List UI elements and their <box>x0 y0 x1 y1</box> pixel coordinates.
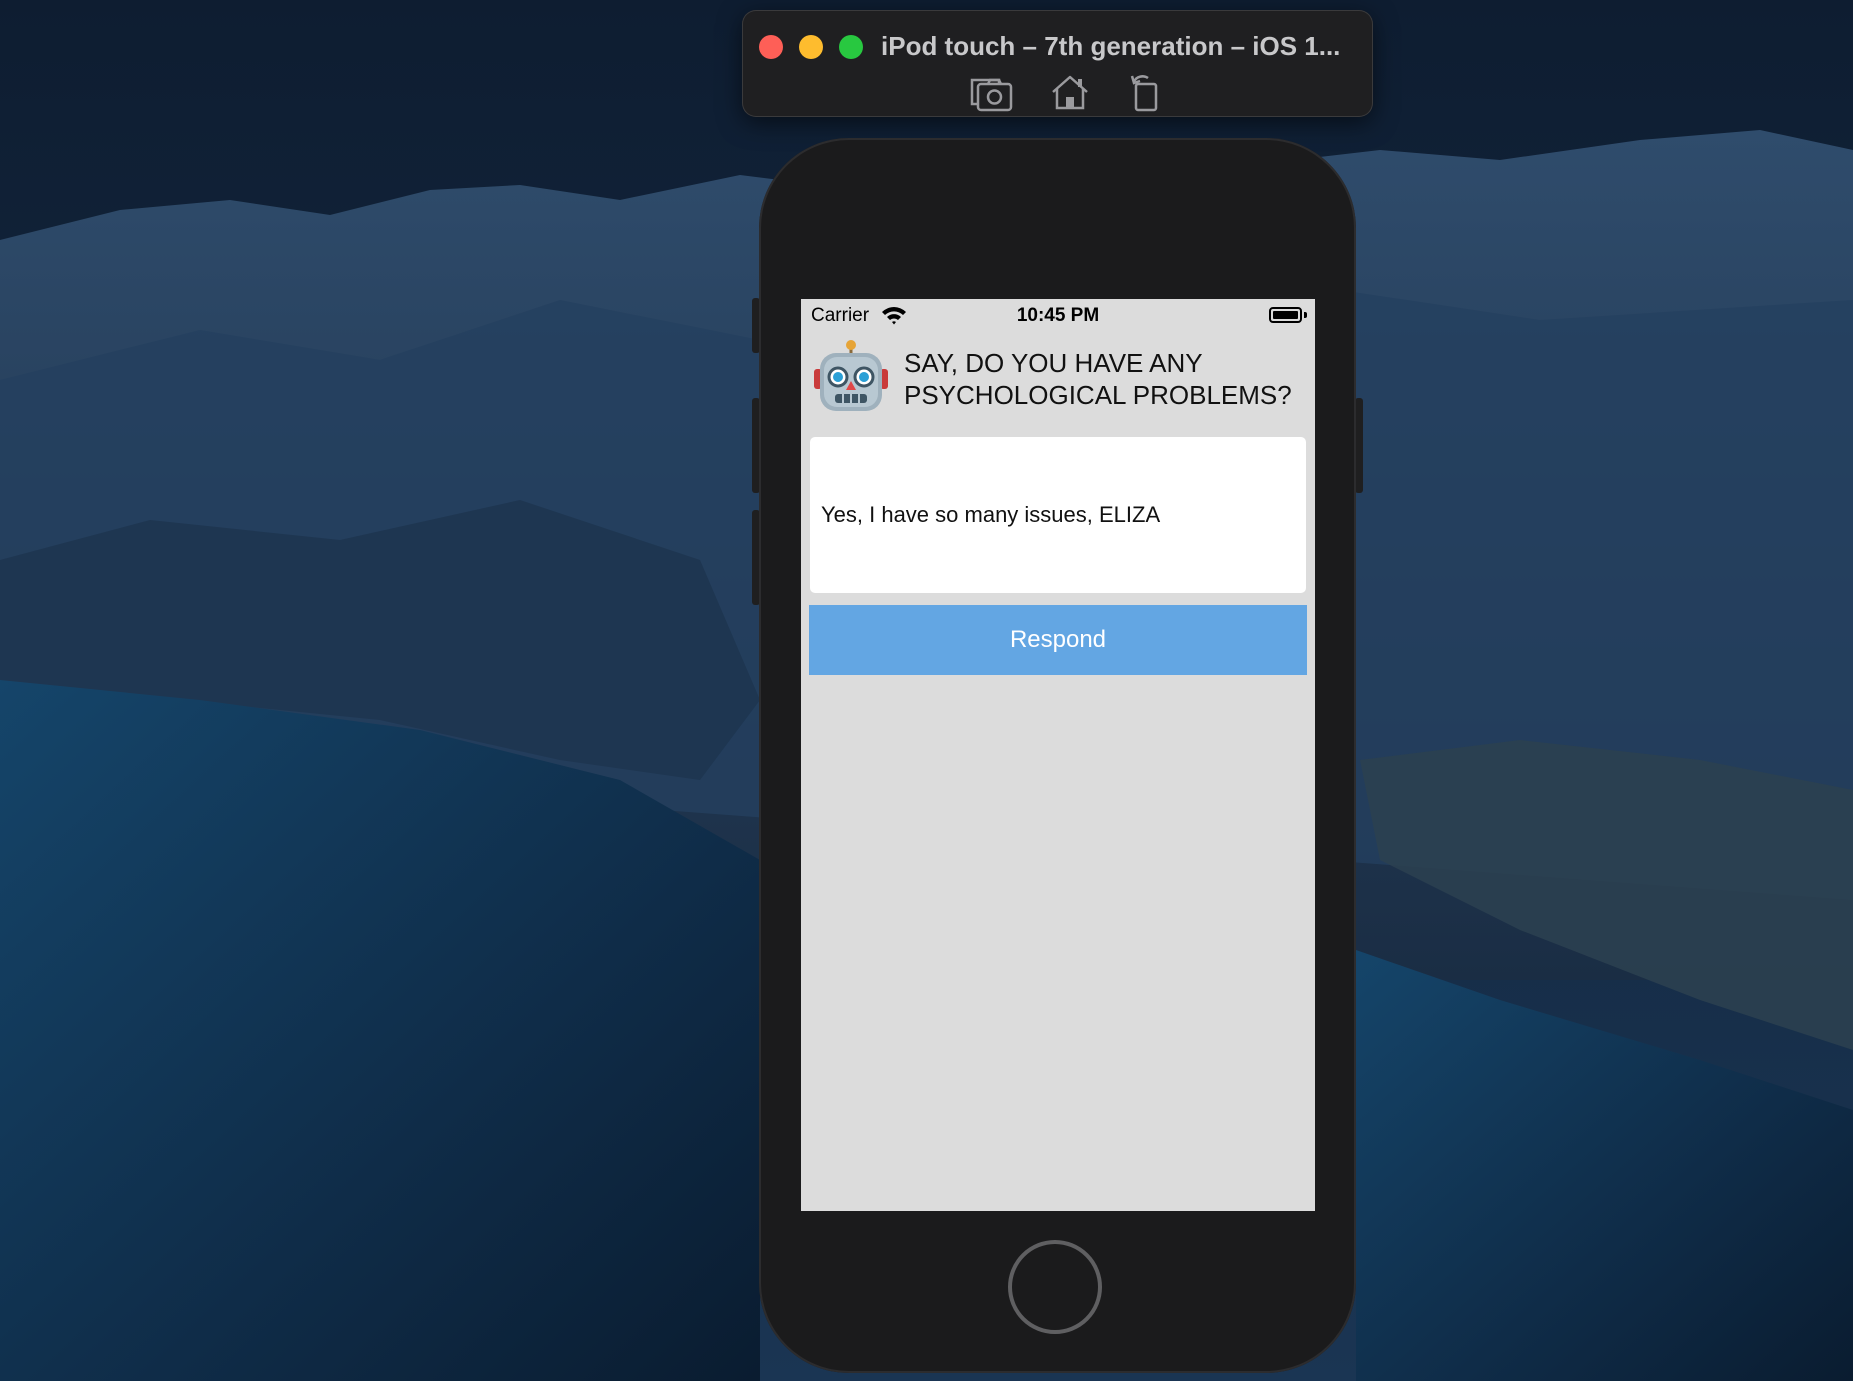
zoom-window-button[interactable] <box>839 35 863 59</box>
device-screen: Carrier 10:45 PM SAY, DO YOU HAVE ANY PS… <box>801 299 1315 1211</box>
battery-icon <box>1269 307 1302 323</box>
respond-button[interactable]: Respond <box>809 605 1307 675</box>
close-window-button[interactable] <box>759 35 783 59</box>
rotate-button[interactable] <box>1124 72 1170 114</box>
answer-text-value: Yes, I have so many issues, ELIZA <box>821 502 1161 527</box>
answer-text-field[interactable]: Yes, I have so many issues, ELIZA <box>810 437 1306 593</box>
simulator-title: iPod touch – 7th generation – iOS 1... <box>881 31 1341 61</box>
status-bar: Carrier 10:45 PM <box>801 299 1315 333</box>
status-time: 10:45 PM <box>1016 305 1100 326</box>
minimize-window-button[interactable] <box>799 35 823 59</box>
home-button-toolbar[interactable] <box>1047 72 1093 114</box>
screenshot-button[interactable] <box>969 72 1015 114</box>
power-button <box>1355 398 1363 493</box>
robot-icon <box>814 340 888 411</box>
battery-tip <box>1304 312 1307 318</box>
screenshot-icon <box>970 78 1013 112</box>
simulator-toolbar: iPod touch – 7th generation – iOS 1... <box>742 10 1373 117</box>
home-icon <box>1052 75 1088 110</box>
eliza-prompt: SAY, DO YOU HAVE ANY PSYCHOLOGICAL PROBL… <box>904 348 1292 410</box>
rotate-icon <box>1130 75 1158 112</box>
device-home-button[interactable] <box>1008 1240 1102 1334</box>
